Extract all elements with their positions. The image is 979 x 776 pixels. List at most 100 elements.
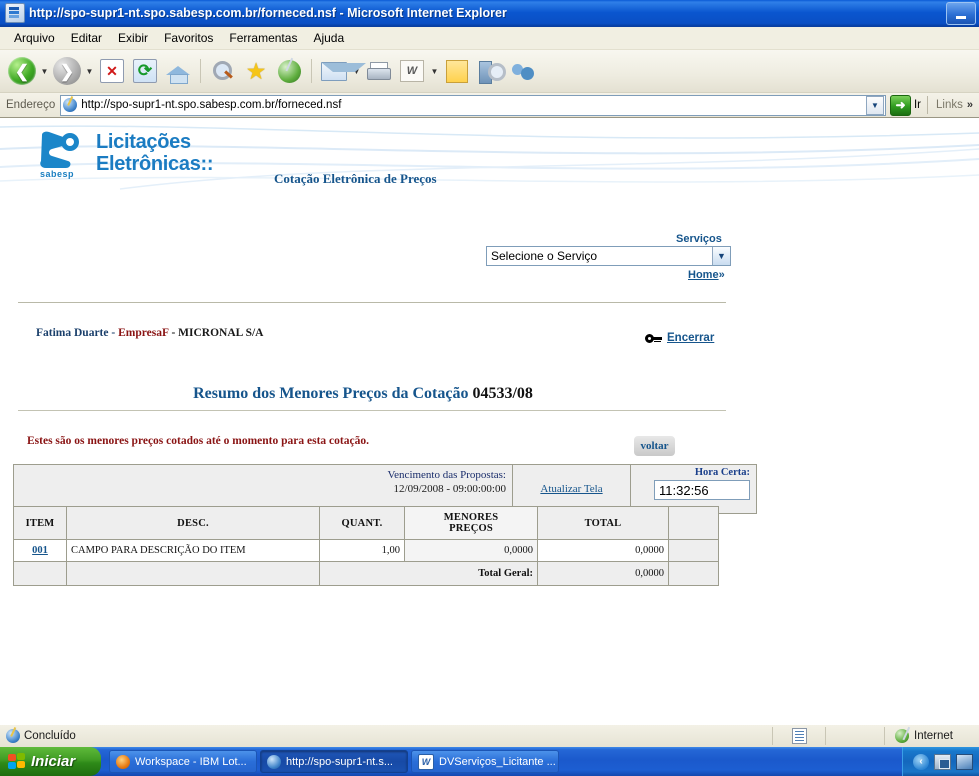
cell-menores-precos: 0,0000 (404, 539, 538, 562)
brand-line-1: Licitações (96, 131, 191, 153)
col-menores-line2: PREÇOS (449, 523, 493, 534)
total-geral-value: 0,0000 (537, 561, 669, 586)
tray-expand-icon[interactable]: ‹ (913, 753, 929, 770)
item-number-link[interactable]: 001 (32, 545, 48, 556)
address-dropdown-icon[interactable]: ▼ (865, 95, 884, 115)
site-header: sabesp Licitações Eletrônicas:: Cotação … (0, 119, 979, 191)
menu-item-ferramentas[interactable]: Ferramentas (221, 29, 305, 47)
refresh-button[interactable] (129, 55, 161, 87)
display-icon[interactable] (956, 753, 973, 770)
forward-dropdown-icon[interactable]: ▼ (84, 55, 95, 87)
table-row: 001 CAMPO PARA DESCRIÇÃO DO ITEM 1,00 0,… (13, 539, 719, 562)
menu-item-editar[interactable]: Editar (63, 29, 110, 47)
cell-desc: CAMPO PARA DESCRIÇÃO DO ITEM (66, 539, 320, 562)
servicos-select[interactable]: Selecione o Serviço ▼ (486, 246, 731, 266)
sabesp-logo-icon: sabesp (36, 131, 92, 179)
search-button[interactable] (207, 55, 239, 87)
menu-item-favoritos[interactable]: Favoritos (156, 29, 221, 47)
forward-button[interactable]: ❯ (51, 55, 83, 87)
status-zone-text: Internet (914, 730, 953, 742)
window-controls (946, 2, 976, 25)
notice-text: Estes são os menores preços cotados até … (27, 435, 369, 447)
cell-blank (668, 539, 719, 562)
window-title: http://spo-supr1-nt.spo.sabesp.com.br/fo… (29, 6, 507, 20)
menu-item-exibir[interactable]: Exibir (110, 29, 156, 47)
browser-toolbar: ❮ ▼ ❯ ▼ ★ ▼ W ▼ (0, 50, 979, 93)
col-menores-precos: MENORES PREÇOS (404, 506, 538, 540)
menu-item-ajuda[interactable]: Ajuda (305, 29, 352, 47)
forward-arrow-icon: ❯ (59, 61, 75, 81)
cell-quant: 1,00 (319, 539, 405, 562)
links-label[interactable]: Links (928, 99, 967, 111)
back-dropdown-icon[interactable]: ▼ (39, 55, 50, 87)
status-zone[interactable]: Internet (885, 727, 959, 745)
messenger-button[interactable] (507, 55, 539, 87)
home-link-label: Home (688, 269, 719, 281)
site-brand: Licitações Eletrônicas:: (96, 131, 214, 175)
taskbar-item-ie[interactable]: http://spo-supr1-nt.s... (260, 750, 408, 773)
address-bar: Endereço http://spo-supr1-nt.spo.sabesp.… (0, 93, 979, 118)
cell-total: 0,0000 (537, 539, 669, 562)
print-button[interactable] (363, 55, 395, 87)
minimize-button[interactable] (946, 2, 976, 25)
user-sep-1: - (108, 327, 119, 339)
user-name: Fatima Duarte (36, 327, 109, 339)
cell-item: 001 (13, 539, 67, 562)
edit-dropdown-icon[interactable]: ▼ (429, 55, 440, 87)
taskbar-item-workspace[interactable]: Workspace - IBM Lot... (109, 750, 257, 773)
favorites-button[interactable]: ★ (240, 55, 272, 87)
page-content: sabesp Licitações Eletrônicas:: Cotação … (0, 118, 979, 724)
page-title-number: 04533/08 (472, 385, 533, 402)
header-divider (18, 302, 726, 303)
toolbar-overflow-icon[interactable]: » (967, 99, 977, 111)
home-link[interactable]: Home» (688, 269, 725, 281)
start-button[interactable]: Iniciar (0, 747, 101, 776)
menu-bar: Arquivo Editar Exibir Favoritos Ferramen… (0, 27, 979, 50)
research-icon (478, 60, 506, 84)
word-icon: W (400, 60, 424, 82)
stop-button[interactable] (96, 55, 128, 87)
history-button[interactable] (273, 55, 305, 87)
refresh-icon (133, 59, 157, 83)
vencimento-value: 12/09/2008 - 09:00:00:00 (393, 483, 506, 495)
hora-certa-label: Hora Certa: (694, 467, 750, 478)
stop-icon (100, 59, 124, 83)
network-icon[interactable] (934, 753, 951, 770)
notes-button[interactable] (441, 55, 473, 87)
col-menores-line1: MENORES (443, 512, 499, 523)
chevron-down-icon[interactable]: ▼ (712, 247, 730, 265)
taskbar-item-label: http://spo-supr1-nt.s... (286, 755, 393, 768)
status-middle (773, 727, 826, 745)
hora-certa-field[interactable]: 11:32:56 (654, 480, 750, 500)
toolbar-separator (200, 59, 201, 83)
note-icon (446, 59, 468, 83)
col-total: TOTAL (537, 506, 669, 540)
address-input[interactable]: http://spo-supr1-nt.spo.sabesp.com.br/fo… (60, 94, 886, 116)
address-url-text: http://spo-supr1-nt.spo.sabesp.com.br/fo… (81, 99, 342, 111)
atualizar-tela-link[interactable]: Atualizar Tela (540, 483, 602, 495)
go-label: Ir (913, 99, 922, 111)
back-button-page[interactable]: voltar (634, 436, 675, 456)
taskbar-item-dvservicos[interactable]: W DVServiços_Licitante ... (411, 750, 559, 773)
logout-link[interactable]: Encerrar (645, 332, 714, 344)
total-blank (668, 561, 719, 586)
col-quant: QUANT. (319, 506, 405, 540)
total-spacer-1 (13, 561, 67, 586)
home-chevron-icon: » (718, 269, 725, 281)
back-arrow-icon: ❮ (14, 61, 30, 81)
edit-word-button[interactable]: W (396, 55, 428, 87)
mail-button[interactable] (318, 55, 366, 87)
status-bar: Concluído Internet (0, 724, 979, 747)
window-titlebar[interactable]: http://spo-supr1-nt.spo.sabesp.com.br/fo… (0, 0, 979, 27)
menu-item-arquivo[interactable]: Arquivo (6, 29, 63, 47)
go-button[interactable]: ➜ Ir (886, 94, 927, 116)
research-button[interactable] (474, 55, 506, 87)
site-logo[interactable]: sabesp Licitações Eletrônicas:: (36, 131, 214, 179)
table-header-row: ITEM DESC. QUANT. MENORES PREÇOS TOTAL (13, 506, 719, 540)
home-button[interactable] (162, 55, 194, 87)
total-spacer-2 (66, 561, 320, 586)
back-button[interactable]: ❮ (6, 55, 38, 87)
search-icon (212, 60, 234, 82)
vencimento-label: Vencimento das Propostas: (387, 469, 506, 481)
col-blank (668, 506, 719, 540)
